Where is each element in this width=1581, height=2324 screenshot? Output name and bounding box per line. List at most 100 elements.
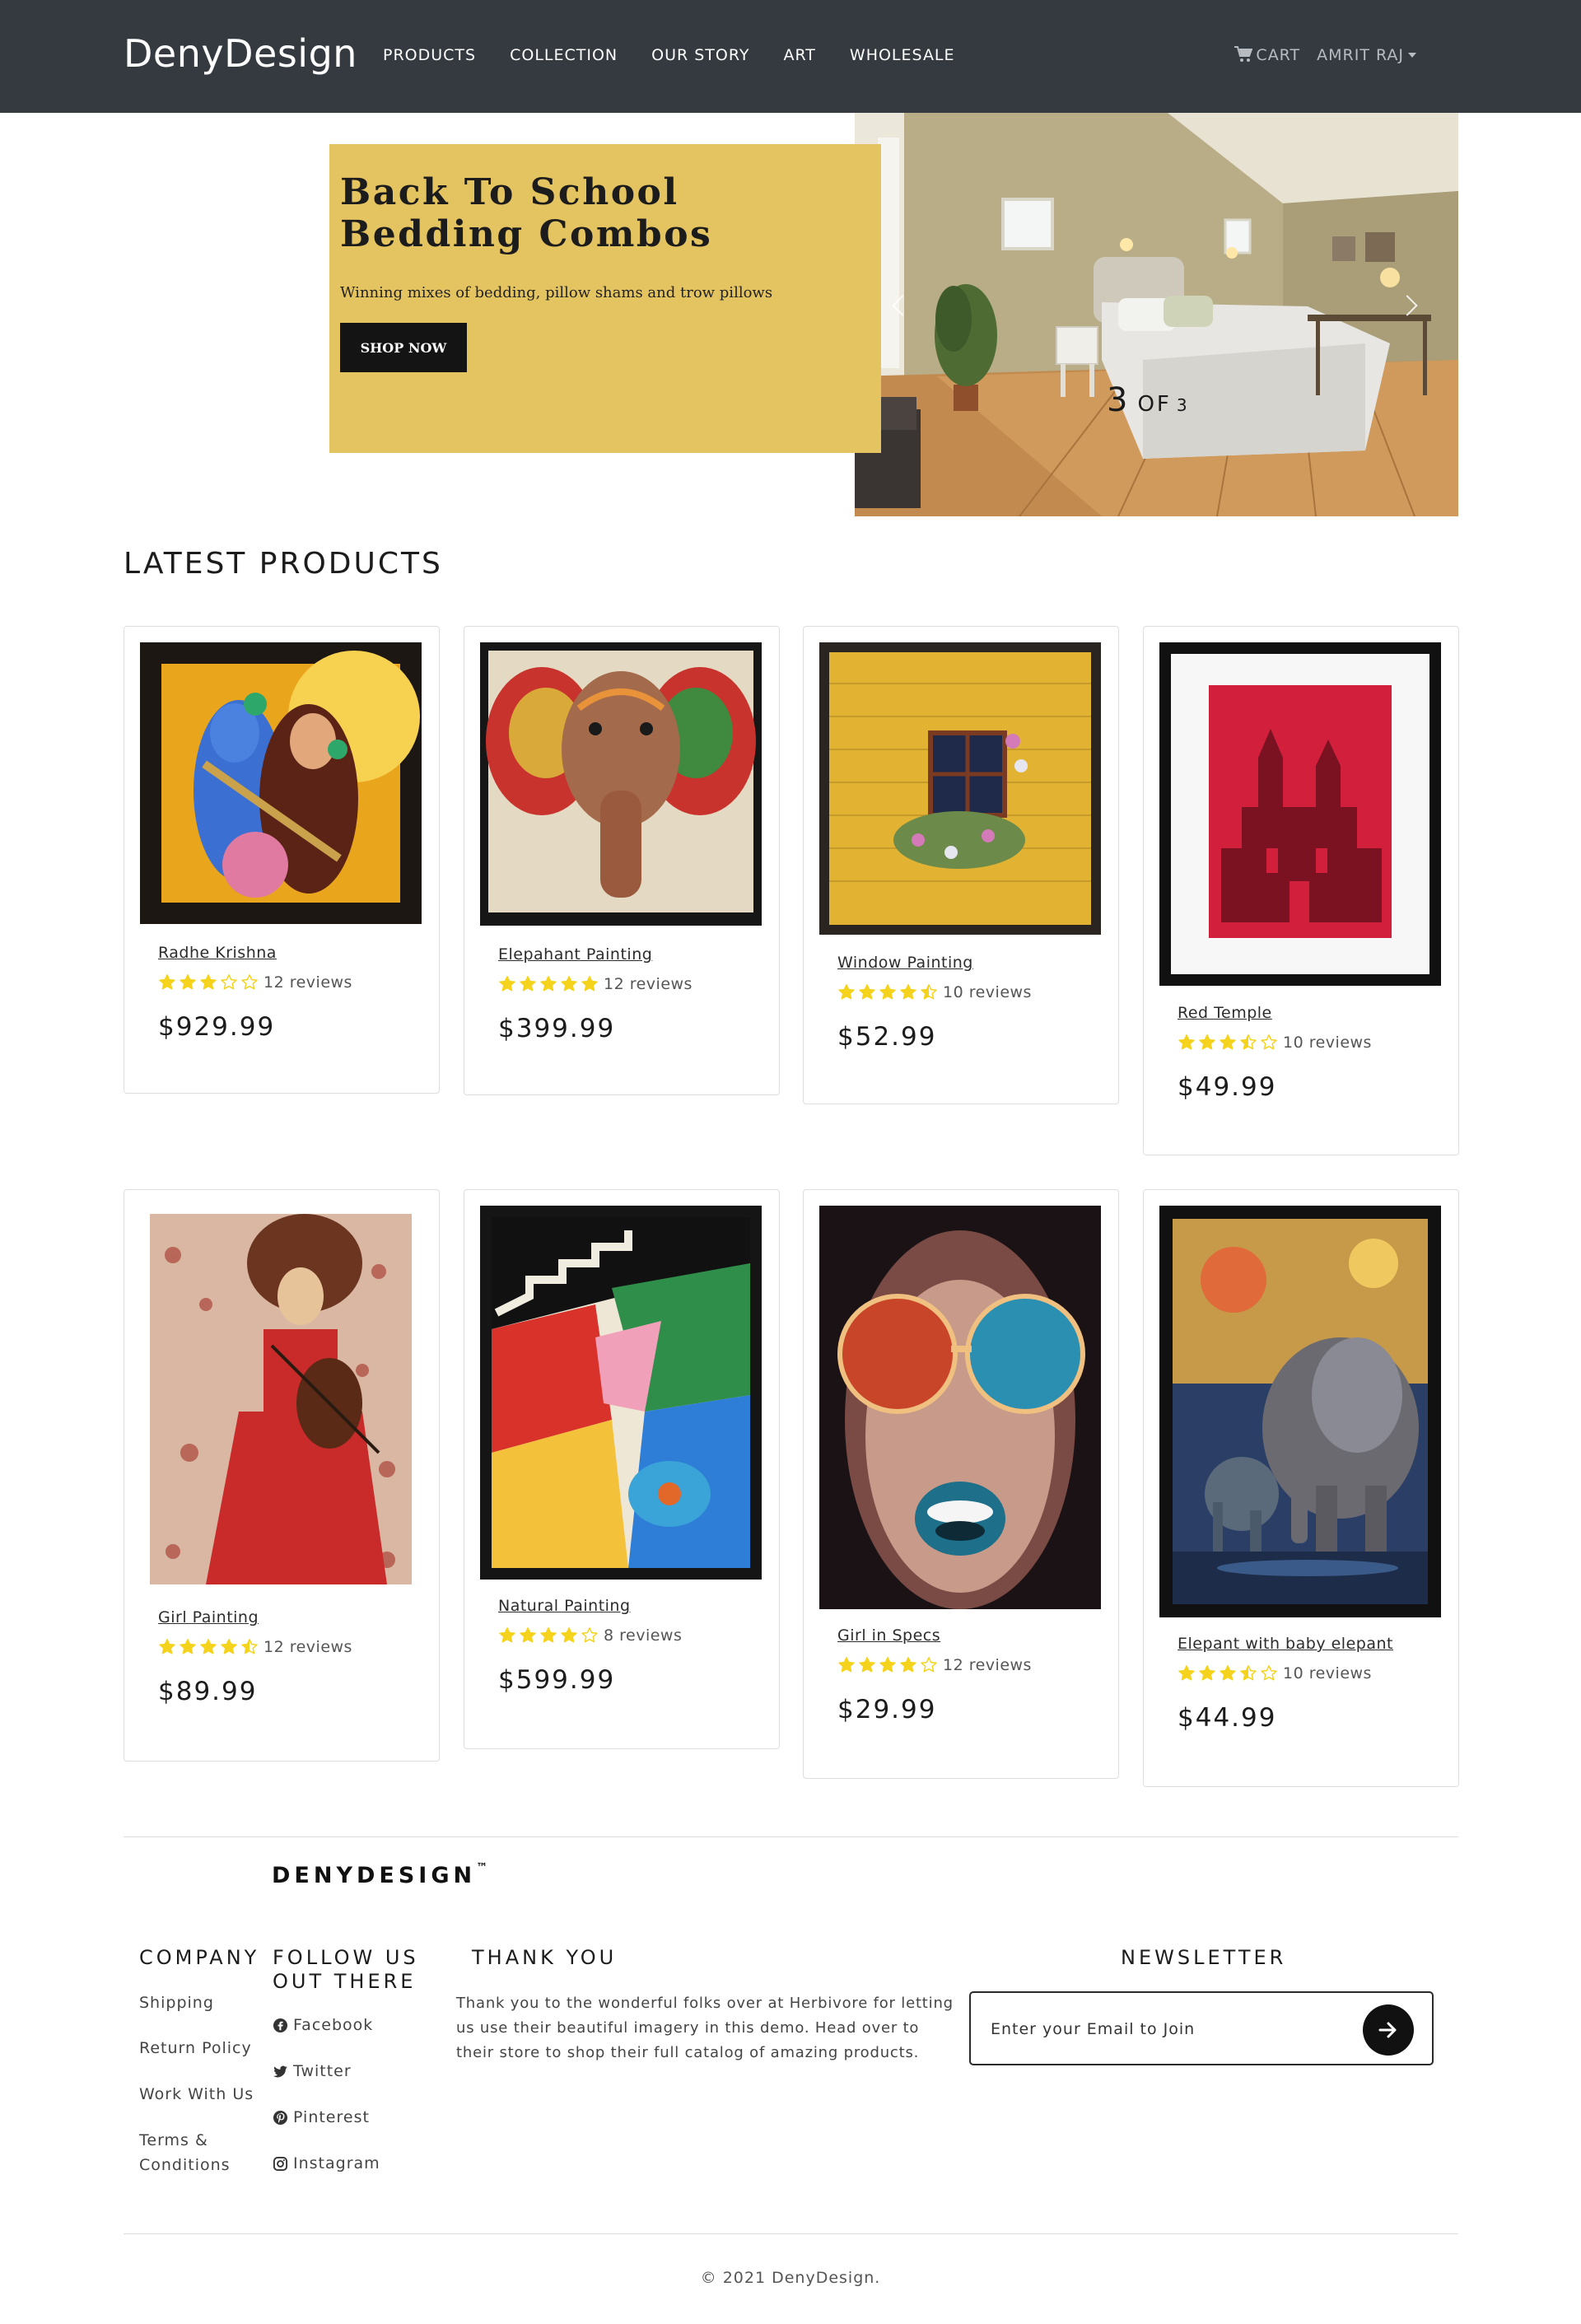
star-half-icon [1240, 1665, 1257, 1681]
company-heading: COMPANY [139, 1946, 260, 1969]
product-image-elephant-painting[interactable] [480, 642, 762, 926]
hero-bedroom-image [855, 113, 1458, 516]
terms-link[interactable]: Terms & Conditions [139, 2128, 263, 2177]
star-full-icon [540, 976, 557, 992]
shop-now-button[interactable]: SHOP NOW [340, 323, 467, 372]
twitter-icon [273, 2065, 288, 2077]
product-name[interactable]: Elepahant Painting [498, 945, 652, 964]
newsletter-form [969, 1991, 1434, 2065]
hero-subtitle: Winning mixes of bedding, pillow shams a… [340, 284, 773, 301]
product-price: $44.99 [1178, 1703, 1277, 1733]
product-name[interactable]: Elepant with baby elepant [1178, 1635, 1393, 1653]
star-rating [837, 1656, 938, 1674]
product-name[interactable]: Red Temple [1178, 1004, 1272, 1022]
product-card[interactable]: Elepahant Painting 12 reviews $399.99 [464, 626, 780, 1095]
product-rating: 12 reviews [158, 1638, 352, 1656]
product-image-radhe-krishna[interactable] [140, 642, 422, 924]
pinterest-link[interactable]: Pinterest [273, 2108, 370, 2126]
product-card[interactable]: Radhe Krishna 12 reviews $929.99 [124, 626, 440, 1094]
cart-label: CART [1256, 46, 1301, 64]
newsletter-email-input[interactable] [991, 2016, 1336, 2042]
product-image-red-temple[interactable] [1159, 642, 1441, 986]
pinterest-label: Pinterest [293, 2108, 370, 2126]
star-full-icon [879, 1657, 896, 1673]
thank-you-heading: THANK YOU [472, 1946, 618, 1969]
instagram-icon [273, 2156, 288, 2171]
trademark-symbol: ™ [476, 1861, 488, 1874]
nav-our-story[interactable]: OUR STORY [651, 46, 749, 64]
product-image-girl-painting[interactable] [140, 1206, 422, 1592]
user-dropdown[interactable]: AMRIT RAJ [1317, 46, 1416, 64]
slide-counter: 3 OF 3 [1107, 381, 1187, 419]
product-name[interactable]: Girl Painting [158, 1608, 259, 1626]
star-full-icon [499, 1627, 515, 1643]
facebook-label: Facebook [293, 2016, 374, 2034]
chevron-down-icon [1408, 53, 1416, 58]
star-empty-icon [1261, 1665, 1277, 1681]
nav-collection[interactable]: COLLECTION [510, 46, 618, 64]
facebook-icon [273, 2018, 288, 2032]
slide-total: 3 [1176, 395, 1187, 415]
work-with-us-link[interactable]: Work With Us [139, 2082, 254, 2107]
shipping-link[interactable]: Shipping [139, 1990, 214, 2015]
return-policy-link[interactable]: Return Policy [139, 2036, 252, 2060]
product-image-window-painting[interactable] [819, 642, 1101, 935]
review-count: 12 reviews [604, 975, 693, 993]
star-full-icon [159, 974, 175, 990]
latest-products-heading: LATEST PRODUCTS [124, 547, 443, 581]
star-empty-icon [1261, 1034, 1277, 1050]
product-price: $29.99 [837, 1695, 937, 1724]
star-full-icon [200, 974, 217, 990]
copyright-text: © 2021 DenyDesign. [700, 2269, 881, 2287]
star-rating [158, 973, 259, 992]
twitter-link[interactable]: Twitter [273, 2062, 352, 2080]
facebook-link[interactable]: Facebook [273, 2016, 373, 2034]
arrow-right-icon [1378, 2022, 1397, 2038]
product-card[interactable]: Girl in Specs 12 reviews $29.99 [803, 1189, 1119, 1779]
nav-products[interactable]: PRODUCTS [383, 46, 476, 64]
star-full-icon [900, 1657, 916, 1673]
product-price: $52.99 [837, 1022, 937, 1052]
product-card[interactable]: Red Temple 10 reviews $49.99 [1143, 626, 1459, 1155]
product-card[interactable]: Window Painting 10 reviews $52.99 [803, 626, 1119, 1104]
product-image-natural-painting[interactable] [480, 1206, 762, 1580]
star-full-icon [499, 976, 515, 992]
product-price: $49.99 [1178, 1072, 1277, 1102]
nav-art[interactable]: ART [783, 46, 815, 64]
star-half-icon [241, 1639, 258, 1654]
nav-wholesale[interactable]: WHOLESALE [850, 46, 955, 64]
product-name[interactable]: Natural Painting [498, 1597, 631, 1615]
cart-icon [1234, 46, 1253, 62]
product-image-girl-in-specs[interactable] [819, 1206, 1101, 1609]
star-full-icon [879, 984, 896, 1000]
product-card[interactable]: Natural Painting 8 reviews $599.99 [464, 1189, 780, 1749]
review-count: 10 reviews [1283, 1034, 1372, 1052]
star-half-icon [1240, 1034, 1257, 1050]
hero-title: Back To School Bedding Combos [340, 171, 713, 255]
product-price: $599.99 [498, 1665, 616, 1695]
star-rating [837, 983, 938, 1001]
cart-link[interactable]: CART [1234, 46, 1300, 64]
star-full-icon [180, 974, 196, 990]
painting-elephant-image [480, 642, 762, 926]
product-image-elephant-with-baby[interactable] [1159, 1206, 1441, 1617]
product-name[interactable]: Window Painting [837, 954, 973, 972]
newsletter-submit-button[interactable] [1363, 2004, 1414, 2056]
product-rating: 10 reviews [1178, 1664, 1372, 1682]
product-card[interactable]: Girl Painting 12 reviews $89.99 [124, 1189, 440, 1762]
brand-logo[interactable]: DenyDesign [124, 31, 357, 76]
star-full-icon [200, 1639, 217, 1654]
star-full-icon [859, 984, 875, 1000]
star-empty-icon [241, 974, 258, 990]
footer-brand-name: DENYDESIGN [272, 1863, 477, 1888]
nav-right: CART AMRIT RAJ [1234, 46, 1416, 64]
review-count: 12 reviews [264, 973, 352, 992]
star-full-icon [561, 976, 577, 992]
product-price: $929.99 [158, 1012, 276, 1042]
product-card[interactable]: Elepant with baby elepant 10 reviews $44… [1143, 1189, 1459, 1787]
twitter-label: Twitter [293, 2062, 352, 2080]
product-name[interactable]: Radhe Krishna [158, 944, 277, 962]
product-name[interactable]: Girl in Specs [837, 1626, 940, 1645]
instagram-link[interactable]: Instagram [273, 2154, 380, 2172]
star-rating [1178, 1034, 1278, 1052]
